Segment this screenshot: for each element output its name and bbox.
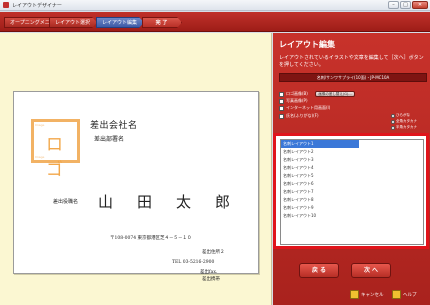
company-name[interactable]: 差出会社名 (90, 118, 138, 131)
radio-icon[interactable] (391, 113, 395, 118)
layout-list-item[interactable]: 名刺レイアウト1 (281, 140, 359, 148)
option-label: 写真画像(P) (286, 98, 308, 103)
option-internet[interactable]: インターネット用画面(I) (279, 105, 330, 111)
replace-image-button[interactable]: 画像の差し替え(G)... (315, 91, 355, 97)
layout-list-item[interactable]: 名刺レイアウト2 (281, 148, 423, 156)
option-logo-image[interactable]: ロゴ画像(B) (279, 91, 308, 97)
layout-list-item[interactable]: 名刺レイアウト5 (281, 172, 423, 180)
panel-description: レイアウトされているイラストや文章を編集して［次へ］ボタンを押してください。 (279, 55, 424, 68)
next-button[interactable]: 次 へ (351, 263, 391, 278)
radio-icon[interactable] (391, 119, 395, 124)
layout-list-highlight: 名刺レイアウト1 名刺レイアウト2 名刺レイアウト3 名刺レイアウト4 名刺レイ… (273, 133, 429, 249)
layout-list-item[interactable]: 名刺レイアウト3 (281, 156, 423, 164)
step-layout-edit[interactable]: レイアウト編集 (96, 17, 144, 28)
layout-list-item[interactable]: 名刺レイアウト8 (281, 196, 423, 204)
minimize-button[interactable]: – (388, 1, 399, 9)
option-furigana[interactable]: 氏名(ふりがな)(F) (279, 113, 319, 119)
app-icon (3, 2, 9, 8)
cancel-button[interactable]: キャンセル (350, 290, 384, 299)
layout-list[interactable]: 名刺レイアウト1 名刺レイアウト2 名刺レイアウト3 名刺レイアウト4 名刺レイ… (280, 139, 424, 245)
telephone[interactable]: TEL 03-5216-2900 (172, 260, 214, 265)
layout-list-item[interactable]: 名刺レイアウト7 (281, 188, 423, 196)
cancel-icon (350, 290, 359, 299)
maximize-button[interactable]: □ (400, 1, 411, 9)
step-layout-select[interactable]: レイアウト選択 (49, 17, 97, 28)
radio-label: ひらがな (396, 113, 410, 117)
title-bar: レイアウトデザイナー – □ ✕ (0, 0, 430, 11)
window-title: レイアウトデザイナー (12, 2, 62, 9)
preview-area: Image ロゴ Image 差出会社名 差出部署名 差出役職名 山田太郎 〒1… (0, 33, 272, 305)
radio-zenkaku-katakana[interactable]: 全角カタカナ (391, 119, 417, 124)
logo-text: ロゴ (46, 135, 63, 180)
help-icon (392, 290, 401, 299)
radio-label: 全角カタカナ (396, 119, 417, 123)
logo-corner-top: Image (35, 123, 45, 127)
panel-title: レイアウト編集 (279, 40, 335, 49)
wizard-step-bar: オープニングメニュー レイアウト選択 レイアウト編集 完 了 (0, 12, 430, 32)
option-photo-image[interactable]: 写真画像(P) (279, 98, 308, 104)
checkbox-icon[interactable] (279, 105, 284, 111)
option-label: インターネット用画面(I) (286, 105, 331, 110)
checkbox-icon[interactable] (279, 98, 284, 104)
mobile[interactable]: 差出携帯 (202, 276, 220, 282)
radio-label: 半角カタカナ (396, 125, 417, 129)
option-label: ロゴ画像(B) (286, 91, 308, 96)
help-button[interactable]: ヘルプ (392, 290, 417, 299)
layout-list-item[interactable]: 名刺レイアウト4 (281, 164, 423, 172)
address-line-1[interactable]: 〒108-0074 東京都港区芝４－５－１０ (110, 235, 192, 241)
radio-hiragana[interactable]: ひらがな (391, 113, 410, 118)
role-title[interactable]: 差出役職名 (53, 198, 78, 205)
logo-placeholder[interactable]: Image ロゴ Image (31, 119, 80, 180)
back-button[interactable]: 戻 る (299, 263, 339, 278)
step-finish[interactable]: 完 了 (142, 17, 182, 28)
person-name[interactable]: 山田太郎 (98, 191, 254, 212)
fax[interactable]: 差出fax. (200, 269, 217, 275)
help-label: ヘルプ (403, 292, 417, 298)
layout-list-item[interactable]: 名刺レイアウト10 (281, 212, 423, 220)
department-name[interactable]: 差出部署名 (94, 134, 124, 143)
window-controls: – □ ✕ (388, 1, 428, 9)
layout-list-item[interactable]: 名刺レイアウト6 (281, 180, 423, 188)
option-label: 氏名(ふりがな)(F) (286, 113, 319, 118)
radio-icon[interactable] (391, 125, 395, 130)
logo-corner-bottom: Image (35, 155, 45, 159)
paper-type-label: 名刺/サンワサプライ(10面)・JP-MC10A (279, 73, 427, 82)
radio-hankaku-katakana[interactable]: 半角カタカナ (391, 125, 417, 130)
checkbox-icon[interactable] (279, 91, 284, 97)
layout-list-item[interactable]: 名刺レイアウト9 (281, 204, 423, 212)
checkbox-icon[interactable] (279, 113, 284, 119)
cancel-label: キャンセル (361, 292, 384, 298)
address-line-2[interactable]: 差出住所２ (202, 249, 225, 255)
business-card-preview[interactable]: Image ロゴ Image 差出会社名 差出部署名 差出役職名 山田太郎 〒1… (13, 91, 259, 282)
close-button[interactable]: ✕ (412, 1, 428, 9)
